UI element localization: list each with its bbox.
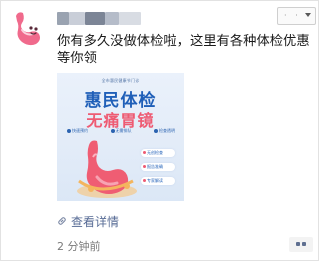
more-actions-button[interactable] <box>289 237 313 252</box>
poster-badge: 无创检查 <box>141 149 175 157</box>
poster-small-line: 全市惠民健康节门诊 <box>101 78 140 83</box>
poster-badges: 无创检查 报告准确 专家解读 <box>141 149 175 191</box>
poster-tags: 快速预约 无需排队 检查透明 <box>67 128 175 134</box>
poster-badge: 报告准确 <box>141 163 175 171</box>
avatar[interactable] <box>6 6 50 50</box>
chevron-down-icon <box>305 13 311 17</box>
view-details-label: 查看详情 <box>71 214 120 229</box>
stomach-illustration <box>77 140 137 198</box>
more-dots-icon <box>302 242 306 246</box>
poster-tag: 无需排队 <box>111 128 132 134</box>
link-chain-icon <box>58 217 66 225</box>
post-timestamp: 2 分钟前 <box>57 240 101 253</box>
poster-badge: 专家解读 <box>141 177 175 185</box>
post-image[interactable]: 全市惠民健康节门诊 惠民体检 无痛胃镜 快速预约 无需排队 检查透明 无创检查 … <box>57 73 184 201</box>
view-details-link[interactable]: 查看详情 <box>57 213 119 229</box>
post-options-dropdown[interactable]: · · <box>277 7 316 25</box>
post-message: 你有多久没做体检啦，这里有各种体检优惠等你领 <box>57 34 310 66</box>
more-dots-icon <box>296 242 300 246</box>
poster-tag: 检查透明 <box>154 128 175 134</box>
moments-post-card: · · 你有多久没做体检啦，这里有各种体检优惠等你领 全市惠民健康节门诊 惠民体… <box>0 0 319 261</box>
poster-tag: 快速预约 <box>67 128 88 134</box>
redacted-username <box>57 12 141 25</box>
dots-icon: · · <box>284 11 301 20</box>
pink-stomach-icon <box>6 6 50 50</box>
